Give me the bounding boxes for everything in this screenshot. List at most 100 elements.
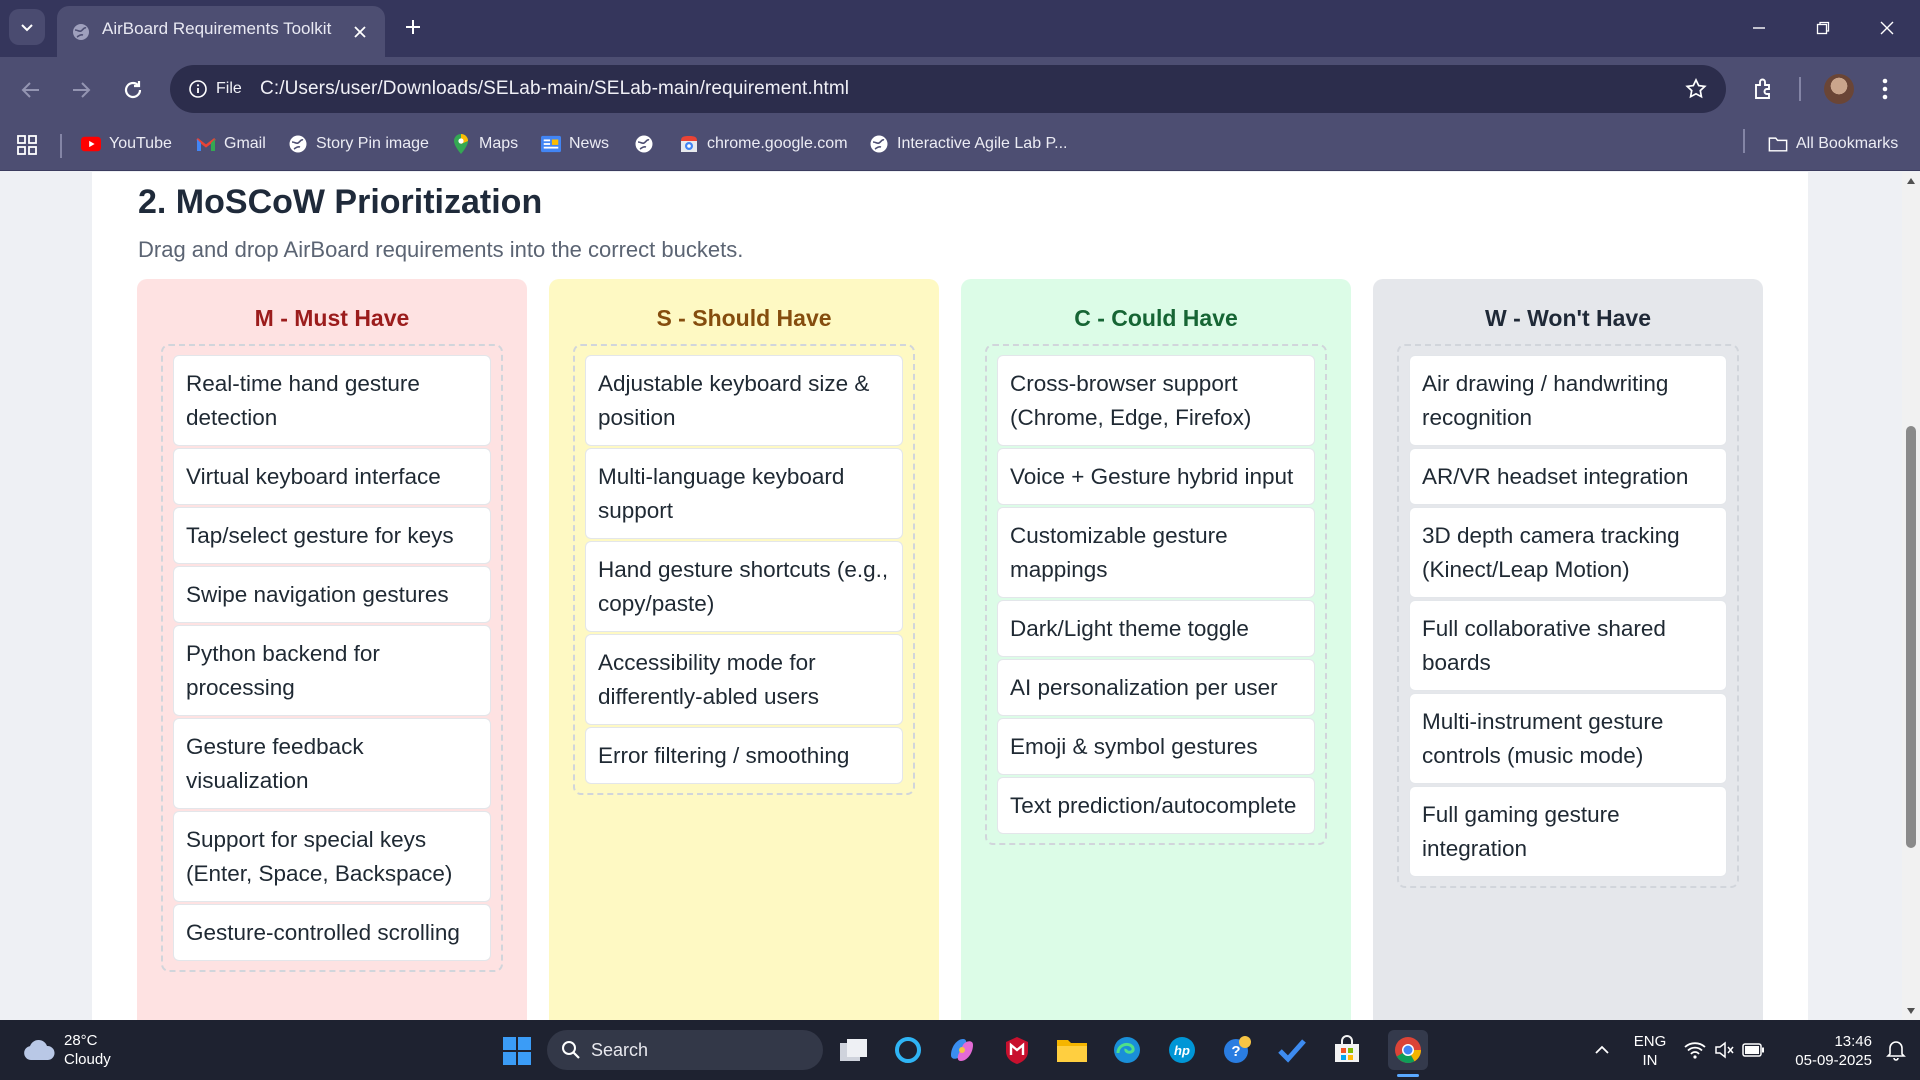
page-scrollbar[interactable] [1902, 172, 1920, 1020]
taskbar-search[interactable]: Search [547, 1030, 823, 1070]
restore-button[interactable] [1808, 14, 1838, 42]
bookmark-news[interactable]: News [541, 134, 609, 154]
requirement-card[interactable]: Virtual keyboard interface [173, 448, 491, 505]
taskbar-hp[interactable]: hp [1166, 1034, 1198, 1066]
taskbar-edge[interactable] [1111, 1034, 1143, 1066]
taskbar-copilot[interactable] [946, 1034, 978, 1066]
requirement-card[interactable]: Cross-browser support (Chrome, Edge, Fir… [997, 355, 1315, 446]
bookmark-story-pin[interactable]: Story Pin image [288, 134, 429, 154]
start-button[interactable] [502, 1036, 532, 1066]
bookmark-untitled[interactable] [634, 134, 654, 154]
quick-settings-button[interactable] [1682, 1034, 1766, 1066]
dropzone-must-have[interactable]: Real-time hand gesture detection Virtual… [161, 344, 503, 972]
profile-avatar[interactable] [1824, 74, 1854, 104]
apps-button[interactable] [16, 134, 38, 156]
reload-icon [124, 81, 142, 99]
close-tab-button[interactable] [349, 21, 371, 43]
section-subtitle: Drag and drop AirBoard requirements into… [138, 237, 744, 262]
bucket-title: S - Should Have [656, 305, 832, 331]
dropzone-wont-have[interactable]: Air drawing / handwriting recognition AR… [1397, 344, 1739, 888]
requirement-card[interactable]: AI personalization per user [997, 659, 1315, 716]
requirement-card[interactable]: Voice + Gesture hybrid input [997, 448, 1315, 505]
requirement-card[interactable]: Text prediction/autocomplete [997, 777, 1315, 834]
requirement-card[interactable]: Gesture feedback visualization [173, 718, 491, 809]
requirement-card[interactable]: 3D depth camera tracking (Kinect/Leap Mo… [1409, 507, 1727, 598]
requirement-card[interactable]: Dark/Light theme toggle [997, 600, 1315, 657]
taskbar-mcafee[interactable] [1001, 1034, 1033, 1066]
show-hidden-icons-button[interactable] [1586, 1034, 1618, 1066]
forward-button[interactable] [66, 75, 96, 105]
requirement-card[interactable]: Python backend for processing [173, 625, 491, 716]
globe-icon [71, 22, 91, 42]
bookmark-label: Interactive Agile Lab P... [897, 135, 1068, 152]
scroll-down-icon[interactable] [1906, 1006, 1916, 1016]
requirement-card[interactable]: Emoji & symbol gestures [997, 718, 1315, 775]
dropzone-should-have[interactable]: Adjustable keyboard size & position Mult… [573, 344, 915, 795]
url-text[interactable]: C:/Users/user/Downloads/SELab-main/SELab… [260, 78, 849, 100]
menu-button[interactable] [1880, 76, 1890, 102]
volume-muted-icon [1715, 1041, 1734, 1059]
globe-icon [869, 134, 889, 154]
address-bar[interactable]: File C:/Users/user/Downloads/SELab-main/… [170, 65, 1726, 113]
site-info-button[interactable]: File [178, 71, 254, 107]
browser-toolbar: File C:/Users/user/Downloads/SELab-main/… [0, 57, 1920, 121]
requirement-card[interactable]: Customizable gesture mappings [997, 507, 1315, 598]
dropzone-could-have[interactable]: Cross-browser support (Chrome, Edge, Fir… [985, 344, 1327, 845]
notifications-button[interactable] [1880, 1034, 1912, 1066]
task-view-button[interactable] [838, 1034, 870, 1066]
scrollbar-thumb[interactable] [1906, 426, 1916, 848]
bookmark-gmail[interactable]: Gmail [196, 134, 266, 154]
bucket-title: W - Won't Have [1484, 305, 1652, 331]
edge-icon [1114, 1037, 1140, 1063]
requirement-card[interactable]: Real-time hand gesture detection [173, 355, 491, 446]
bookmark-chrome-web-store[interactable]: chrome.google.com [679, 134, 848, 154]
tab-strip: AirBoard Requirements Toolkit [0, 0, 1920, 57]
extensions-button[interactable] [1751, 76, 1777, 102]
active-tab[interactable]: AirBoard Requirements Toolkit [57, 6, 385, 57]
requirement-card[interactable]: Support for special keys (Enter, Space, … [173, 811, 491, 902]
moscow-section-card: 2. MoSCoW Prioritization Drag and drop A… [92, 172, 1808, 1020]
more-vertical-icon [1882, 78, 1888, 100]
scroll-up-icon[interactable] [1906, 176, 1916, 186]
clock[interactable]: 13:46 05-09-2025 [1776, 1032, 1872, 1070]
bookmark-agile-lab[interactable]: Interactive Agile Lab P... [869, 134, 1067, 154]
bookmark-youtube[interactable]: YouTube [81, 134, 172, 154]
requirement-card[interactable]: Multi-instrument gesture controls (music… [1409, 693, 1727, 784]
taskbar-file-explorer[interactable] [1056, 1034, 1088, 1066]
tab-search-button[interactable] [9, 9, 45, 45]
requirement-card[interactable]: Adjustable keyboard size & position [585, 355, 903, 446]
requirement-card[interactable]: Error filtering / smoothing [585, 727, 903, 784]
clock-time: 13:46 [1834, 1033, 1872, 1050]
all-bookmarks-button[interactable]: All Bookmarks [1768, 134, 1898, 154]
taskbar-cortana[interactable] [892, 1034, 924, 1066]
requirement-card[interactable]: Tap/select gesture for keys [173, 507, 491, 564]
back-button[interactable] [16, 75, 46, 105]
chrome-icon [1395, 1037, 1422, 1064]
close-window-button[interactable] [1872, 14, 1902, 42]
taskbar-help[interactable]: ? [1221, 1034, 1253, 1066]
reload-button[interactable] [118, 75, 148, 105]
taskbar-store[interactable] [1331, 1034, 1363, 1066]
requirement-card[interactable]: Full gaming gesture integration [1409, 786, 1727, 877]
input-language[interactable]: ENG IN [1630, 1032, 1670, 1070]
requirement-card[interactable]: Air drawing / handwriting recognition [1409, 355, 1727, 446]
minimize-button[interactable] [1744, 14, 1774, 42]
requirement-card[interactable]: Gesture-controlled scrolling [173, 904, 491, 961]
youtube-icon [81, 134, 101, 154]
region-code: IN [1642, 1052, 1658, 1069]
bookmark-star-button[interactable] [1684, 77, 1708, 101]
language-code: ENG [1633, 1033, 1667, 1050]
requirement-card[interactable]: AR/VR headset integration [1409, 448, 1727, 505]
requirement-card[interactable]: Accessibility mode for differently-abled… [585, 634, 903, 725]
requirement-card[interactable]: Hand gesture shortcuts (e.g., copy/paste… [585, 541, 903, 632]
windows-taskbar: 28°C Cloudy Search hp ? ENG IN 13:46 05-… [0, 1020, 1920, 1080]
weather-widget[interactable]: 28°C Cloudy [22, 1031, 111, 1069]
requirement-card[interactable]: Multi-language keyboard support [585, 448, 903, 539]
svg-text:hp: hp [1174, 1043, 1190, 1058]
requirement-card[interactable]: Swipe navigation gestures [173, 566, 491, 623]
bookmark-maps[interactable]: Maps [451, 134, 518, 154]
requirement-card[interactable]: Full collaborative shared boards [1409, 600, 1727, 691]
taskbar-chrome-active[interactable] [1388, 1030, 1428, 1070]
new-tab-button[interactable] [400, 14, 426, 40]
taskbar-todo[interactable] [1276, 1034, 1308, 1066]
